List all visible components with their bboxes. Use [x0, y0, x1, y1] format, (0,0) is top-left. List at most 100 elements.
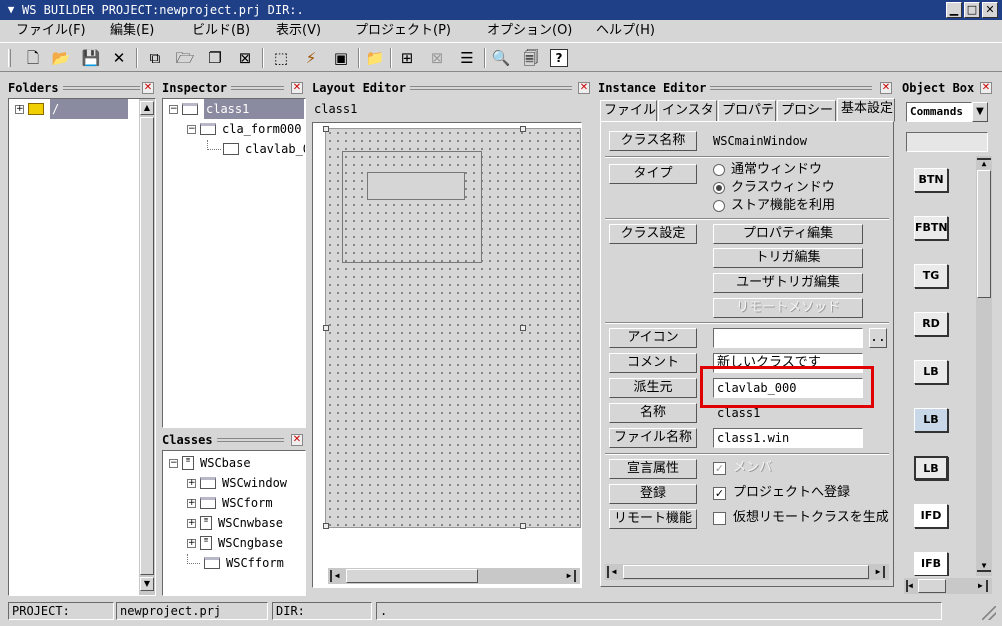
help-icon[interactable]: ?: [550, 49, 568, 67]
expand-icon[interactable]: +: [187, 518, 196, 528]
comment-field[interactable]: 新しいクラスです: [713, 353, 863, 373]
user-trigger-edit-button[interactable]: ユーザトリガ編集: [713, 273, 863, 293]
minimize-button[interactable]: ▁: [946, 2, 962, 18]
class-item[interactable]: + ≡ WSCnwbase: [187, 513, 283, 533]
member-checkbox[interactable]: ✓: [713, 462, 726, 475]
folder-root-row[interactable]: + /: [15, 99, 128, 119]
inspector-item[interactable]: − cla_form000: [187, 119, 301, 139]
scroll-thumb[interactable]: [346, 569, 478, 583]
inspector-close-icon[interactable]: ✕: [291, 82, 303, 94]
object-ifb[interactable]: IFB: [914, 552, 948, 576]
new-file-icon[interactable]: 🗋: [22, 47, 44, 69]
menu-view[interactable]: 表示(V): [276, 22, 321, 40]
class-item-label[interactable]: WSCnwbase: [218, 513, 283, 533]
class-item[interactable]: + ≡ WSCngbase: [187, 533, 283, 553]
resize-handle[interactable]: [520, 126, 526, 132]
dropdown-arrow-icon[interactable]: ▼: [972, 102, 988, 122]
scroll-down-icon[interactable]: ▼: [140, 577, 154, 591]
object-label[interactable]: LB: [914, 360, 948, 384]
order-icon[interactable]: ☰: [456, 47, 478, 69]
resize-grip-icon[interactable]: [982, 606, 996, 620]
scroll-home-icon[interactable]: ◀: [906, 580, 916, 592]
member-label[interactable]: メンバ: [733, 459, 772, 477]
build-icon[interactable]: ⚡: [300, 47, 322, 69]
design-form[interactable]: [342, 151, 482, 263]
open-window-icon[interactable]: 🗁: [174, 47, 196, 69]
collapse-icon[interactable]: −: [187, 124, 196, 134]
instance-editor-close-icon[interactable]: ✕: [880, 82, 892, 94]
class-item-label[interactable]: WSCbase: [200, 453, 251, 473]
menu-options[interactable]: オプション(O): [487, 22, 572, 40]
register-project-label[interactable]: プロジェクトへ登録: [733, 484, 850, 502]
class-item[interactable]: + WSCwindow: [187, 473, 287, 493]
close-button[interactable]: ✕: [982, 2, 998, 18]
object-ifield[interactable]: IFD: [914, 504, 948, 528]
object-category-dropdown[interactable]: Commands: [906, 102, 972, 122]
classes-close-icon[interactable]: ✕: [291, 434, 303, 446]
inspector-item-label[interactable]: cla_form000: [222, 119, 301, 139]
register-project-checkbox[interactable]: ✓: [713, 487, 726, 500]
object-box-close-icon[interactable]: ✕: [980, 82, 992, 94]
delete-window-icon[interactable]: ⊠: [234, 47, 256, 69]
virtual-remote-label[interactable]: 仮想リモートクラスを生成: [733, 509, 893, 527]
cut-icon[interactable]: ✕: [108, 47, 130, 69]
object-label-2[interactable]: LB: [914, 408, 948, 432]
type-normal-label[interactable]: 通常ウィンドウ: [731, 161, 822, 179]
folders-close-icon[interactable]: ✕: [142, 82, 154, 94]
menu-build[interactable]: ビルド(B): [192, 22, 250, 40]
classes-tree[interactable]: − ≡ WSCbase + WSCwindow + WSCform + ≡ WS…: [162, 450, 306, 596]
folder-open-icon[interactable]: 📁: [364, 47, 386, 69]
folders-tree[interactable]: + / ▲ ▼: [8, 98, 156, 596]
instance-hscrollbar[interactable]: ◀ ▶: [605, 564, 889, 580]
tab-property[interactable]: プロパテ: [718, 100, 776, 122]
scroll-top-icon[interactable]: ▲: [977, 158, 991, 168]
menu-file[interactable]: ファイル(F): [16, 22, 86, 40]
type-store-label[interactable]: ストア機能を利用: [731, 197, 835, 215]
scroll-bottom-icon[interactable]: ▼: [977, 562, 991, 572]
filename-field[interactable]: class1.win: [713, 428, 863, 448]
class-item-label[interactable]: WSCngbase: [218, 533, 283, 553]
new-window-icon[interactable]: ⧉: [144, 47, 166, 69]
class-item[interactable]: − ≡ WSCbase: [169, 453, 251, 473]
inspector-item[interactable]: clavlab_0: [207, 139, 305, 159]
type-radio-store[interactable]: [713, 200, 725, 212]
menu-help[interactable]: ヘルプ(H): [596, 22, 655, 40]
object-vscrollbar[interactable]: ▲ ▼: [976, 156, 992, 576]
expand-icon[interactable]: +: [187, 498, 196, 508]
window-menu-icon[interactable]: ▼: [4, 3, 18, 17]
trigger-edit-button[interactable]: トリガ編集: [713, 248, 863, 268]
remote-method-button[interactable]: リモートメソッド: [713, 298, 863, 318]
icon-field[interactable]: [713, 328, 863, 348]
expand-icon[interactable]: +: [15, 104, 24, 114]
layout-hscrollbar[interactable]: ◀ ▶: [328, 568, 580, 584]
collapse-icon[interactable]: −: [169, 458, 178, 468]
inspector-item-label[interactable]: class1: [204, 99, 304, 119]
object-radio[interactable]: RD: [914, 312, 948, 336]
resize-handle[interactable]: [323, 126, 329, 132]
object-btn[interactable]: BTN: [914, 168, 948, 192]
print-preview-icon[interactable]: 🗐: [520, 47, 542, 69]
derived-field[interactable]: clavlab_000: [713, 378, 863, 398]
class-item-label[interactable]: WSCform: [222, 493, 273, 513]
class-item[interactable]: WSCfform: [187, 553, 284, 573]
name-field[interactable]: class1: [713, 403, 863, 423]
collapse-icon[interactable]: −: [169, 104, 178, 114]
run-icon[interactable]: ▣: [330, 47, 352, 69]
expand-icon[interactable]: +: [187, 478, 196, 488]
scroll-thumb[interactable]: [977, 170, 991, 298]
design-window[interactable]: [323, 126, 581, 529]
object-fbtn[interactable]: FBTN: [914, 216, 948, 240]
expand-icon[interactable]: +: [187, 538, 196, 548]
layout-canvas[interactable]: [312, 122, 582, 588]
tab-procedure[interactable]: プロシー: [777, 100, 836, 122]
object-label-3[interactable]: LB: [914, 456, 948, 480]
resize-handle[interactable]: [520, 325, 526, 331]
scroll-home-icon[interactable]: ◀: [330, 570, 342, 582]
class-item-label[interactable]: WSCfform: [226, 553, 284, 573]
open-folder-icon[interactable]: 📂: [50, 47, 72, 69]
select-icon[interactable]: ⬚: [270, 47, 292, 69]
property-edit-button[interactable]: プロパティ編集: [713, 224, 863, 244]
scroll-up-icon[interactable]: ▲: [140, 101, 154, 115]
menu-edit[interactable]: 編集(E): [110, 22, 154, 40]
tab-file[interactable]: ファイル: [600, 100, 657, 122]
